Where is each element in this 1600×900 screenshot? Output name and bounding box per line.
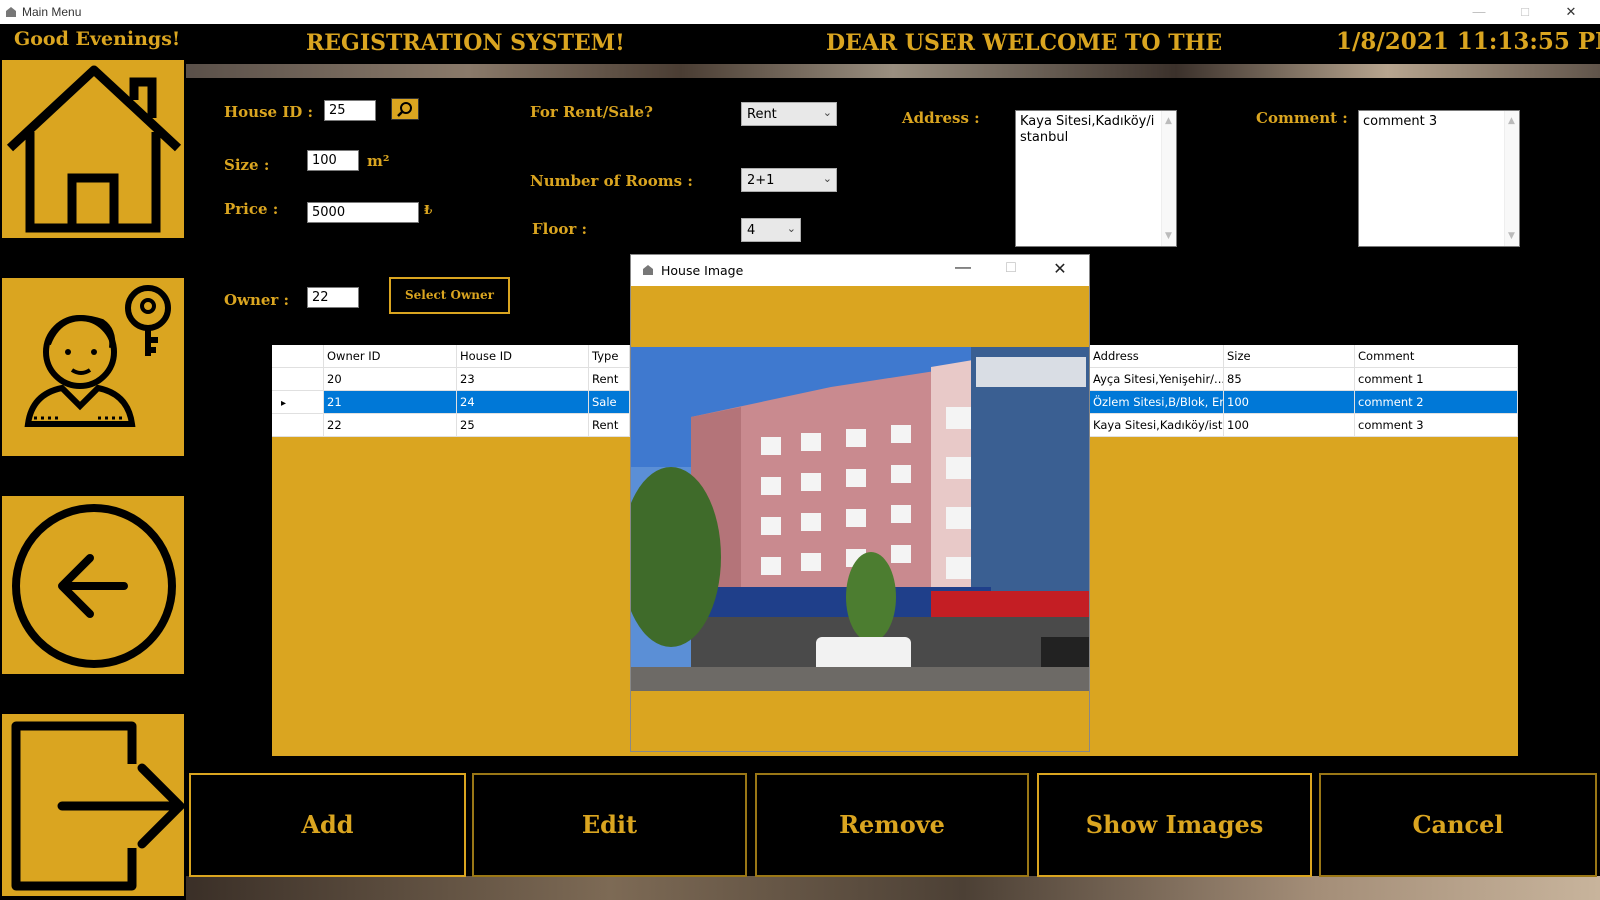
house-photo bbox=[631, 347, 1089, 691]
search-house-button[interactable] bbox=[391, 98, 419, 120]
cancel-button[interactable]: Cancel bbox=[1319, 773, 1597, 877]
address-scrollbar[interactable]: ▲ ▼ bbox=[1161, 111, 1176, 246]
app-icon bbox=[6, 7, 16, 17]
size-unit: m² bbox=[367, 152, 390, 170]
sidebar-item-home[interactable] bbox=[2, 60, 184, 238]
header-title-left: REGISTRATION SYSTEM! bbox=[306, 30, 625, 56]
dialog-maximize-button[interactable]: □ bbox=[996, 259, 1026, 277]
cell-comment[interactable]: comment 1 bbox=[1355, 368, 1518, 391]
row-header[interactable] bbox=[272, 414, 324, 437]
rent-sale-value: Rent bbox=[747, 107, 777, 122]
address-textarea[interactable]: Kaya Sitesi,Kadıköy/istanbul ▲ ▼ bbox=[1015, 110, 1177, 247]
grid-header-address[interactable]: Address bbox=[1090, 345, 1224, 368]
show-images-button[interactable]: Show Images bbox=[1037, 773, 1312, 877]
sidebar-item-back[interactable] bbox=[2, 496, 184, 674]
rooms-label: Number of Rooms : bbox=[530, 172, 693, 190]
price-unit: ₺ bbox=[424, 203, 433, 217]
cell-type[interactable]: Sale bbox=[589, 391, 630, 414]
grid-header-comment[interactable]: Comment bbox=[1355, 345, 1518, 368]
chevron-down-icon: ⌄ bbox=[822, 172, 832, 185]
house-id-input[interactable] bbox=[324, 100, 376, 121]
remove-button[interactable]: Remove bbox=[755, 773, 1029, 877]
cell-owner-id[interactable]: 22 bbox=[324, 414, 457, 437]
rooms-value: 2+1 bbox=[747, 173, 775, 188]
cell-owner-id[interactable]: 20 bbox=[324, 368, 457, 391]
comment-label: Comment : bbox=[1256, 109, 1348, 127]
dialog-minimize-button[interactable]: — bbox=[948, 259, 978, 277]
edit-button[interactable]: Edit bbox=[472, 773, 747, 877]
cell-address[interactable]: Ayça Sitesi,Yenişehir/... bbox=[1090, 368, 1224, 391]
cell-owner-id[interactable]: 21 bbox=[324, 391, 457, 414]
house-icon bbox=[6, 65, 182, 233]
dialog-title: House Image bbox=[661, 263, 744, 278]
owner-label: Owner : bbox=[224, 291, 290, 309]
window-maximize-button[interactable]: □ bbox=[1502, 0, 1548, 24]
cell-size[interactable]: 100 bbox=[1224, 391, 1355, 414]
cell-address[interactable]: Özlem Sitesi,B/Blok, Er... bbox=[1090, 391, 1224, 414]
cell-address[interactable]: Kaya Sitesi,Kadıköy/ist... bbox=[1090, 414, 1224, 437]
size-label: Size : bbox=[224, 156, 270, 174]
house-image-dialog[interactable]: House Image — □ ✕ bbox=[630, 254, 1090, 752]
cell-size[interactable]: 85 bbox=[1224, 368, 1355, 391]
address-value: Kaya Sitesi,Kadıköy/istanbul bbox=[1020, 114, 1155, 145]
cell-house-id[interactable]: 24 bbox=[457, 391, 589, 414]
sidebar-item-owners[interactable] bbox=[2, 278, 184, 456]
header-title-right: DEAR USER WELCOME TO THE bbox=[826, 30, 1223, 56]
window-titlebar: Main Menu — □ ✕ bbox=[0, 0, 1600, 24]
chevron-down-icon: ⌄ bbox=[822, 106, 832, 119]
floor-value: 4 bbox=[747, 223, 756, 238]
grid-header-size[interactable]: Size bbox=[1224, 345, 1355, 368]
owner-input[interactable] bbox=[307, 287, 359, 308]
cell-comment[interactable]: comment 2 bbox=[1355, 391, 1518, 414]
comment-value: comment 3 bbox=[1363, 114, 1438, 129]
greeting-text: Good Evenings! bbox=[14, 28, 181, 50]
exit-icon bbox=[11, 721, 184, 891]
row-header[interactable] bbox=[272, 368, 324, 391]
search-icon bbox=[397, 102, 412, 117]
add-button[interactable]: Add bbox=[189, 773, 466, 877]
sidebar-item-exit[interactable] bbox=[2, 714, 184, 896]
cell-house-id[interactable]: 23 bbox=[457, 368, 589, 391]
datetime-clock: 1/8/2021 11:13:55 PM bbox=[1336, 28, 1600, 55]
size-input[interactable] bbox=[307, 150, 359, 171]
app-icon bbox=[643, 265, 653, 275]
window-minimize-button[interactable]: — bbox=[1456, 0, 1502, 24]
house-id-label: House ID : bbox=[224, 103, 314, 121]
grid-header-owner-id[interactable]: Owner ID bbox=[324, 345, 457, 368]
row-header[interactable]: ▸ bbox=[272, 391, 324, 414]
dialog-titlebar[interactable]: House Image — □ ✕ bbox=[631, 255, 1089, 286]
cell-size[interactable]: 100 bbox=[1224, 414, 1355, 437]
cell-house-id[interactable]: 25 bbox=[457, 414, 589, 437]
chevron-down-icon: ⌄ bbox=[786, 222, 796, 235]
floor-select[interactable]: 4 ⌄ bbox=[741, 218, 801, 242]
price-label: Price : bbox=[224, 200, 279, 218]
back-arrow-icon bbox=[12, 504, 176, 668]
cell-type[interactable]: Rent bbox=[589, 414, 630, 437]
floor-label: Floor : bbox=[532, 220, 588, 238]
window-close-button[interactable]: ✕ bbox=[1548, 0, 1594, 24]
select-owner-button[interactable]: Select Owner bbox=[389, 277, 510, 314]
current-row-marker: ▸ bbox=[281, 398, 287, 409]
grid-header-rowheader bbox=[272, 345, 324, 368]
cell-type[interactable]: Rent bbox=[589, 368, 630, 391]
rent-sale-select[interactable]: Rent ⌄ bbox=[741, 102, 837, 126]
comment-scrollbar[interactable]: ▲ ▼ bbox=[1504, 111, 1519, 246]
grid-header-type[interactable]: Type bbox=[589, 345, 630, 368]
rent-sale-label: For Rent/Sale? bbox=[530, 103, 653, 121]
address-label: Address : bbox=[902, 109, 980, 127]
background-photo-bottom bbox=[186, 876, 1600, 900]
dialog-close-button[interactable]: ✕ bbox=[1045, 259, 1075, 279]
price-input[interactable] bbox=[307, 202, 419, 223]
cell-comment[interactable]: comment 3 bbox=[1355, 414, 1518, 437]
grid-header-house-id[interactable]: House ID bbox=[457, 345, 589, 368]
window-title: Main Menu bbox=[22, 5, 82, 19]
background-photo-strip bbox=[186, 64, 1600, 78]
rooms-select[interactable]: 2+1 ⌄ bbox=[741, 168, 837, 192]
owner-key-icon bbox=[24, 285, 171, 427]
comment-textarea[interactable]: comment 3 ▲ ▼ bbox=[1358, 110, 1520, 247]
